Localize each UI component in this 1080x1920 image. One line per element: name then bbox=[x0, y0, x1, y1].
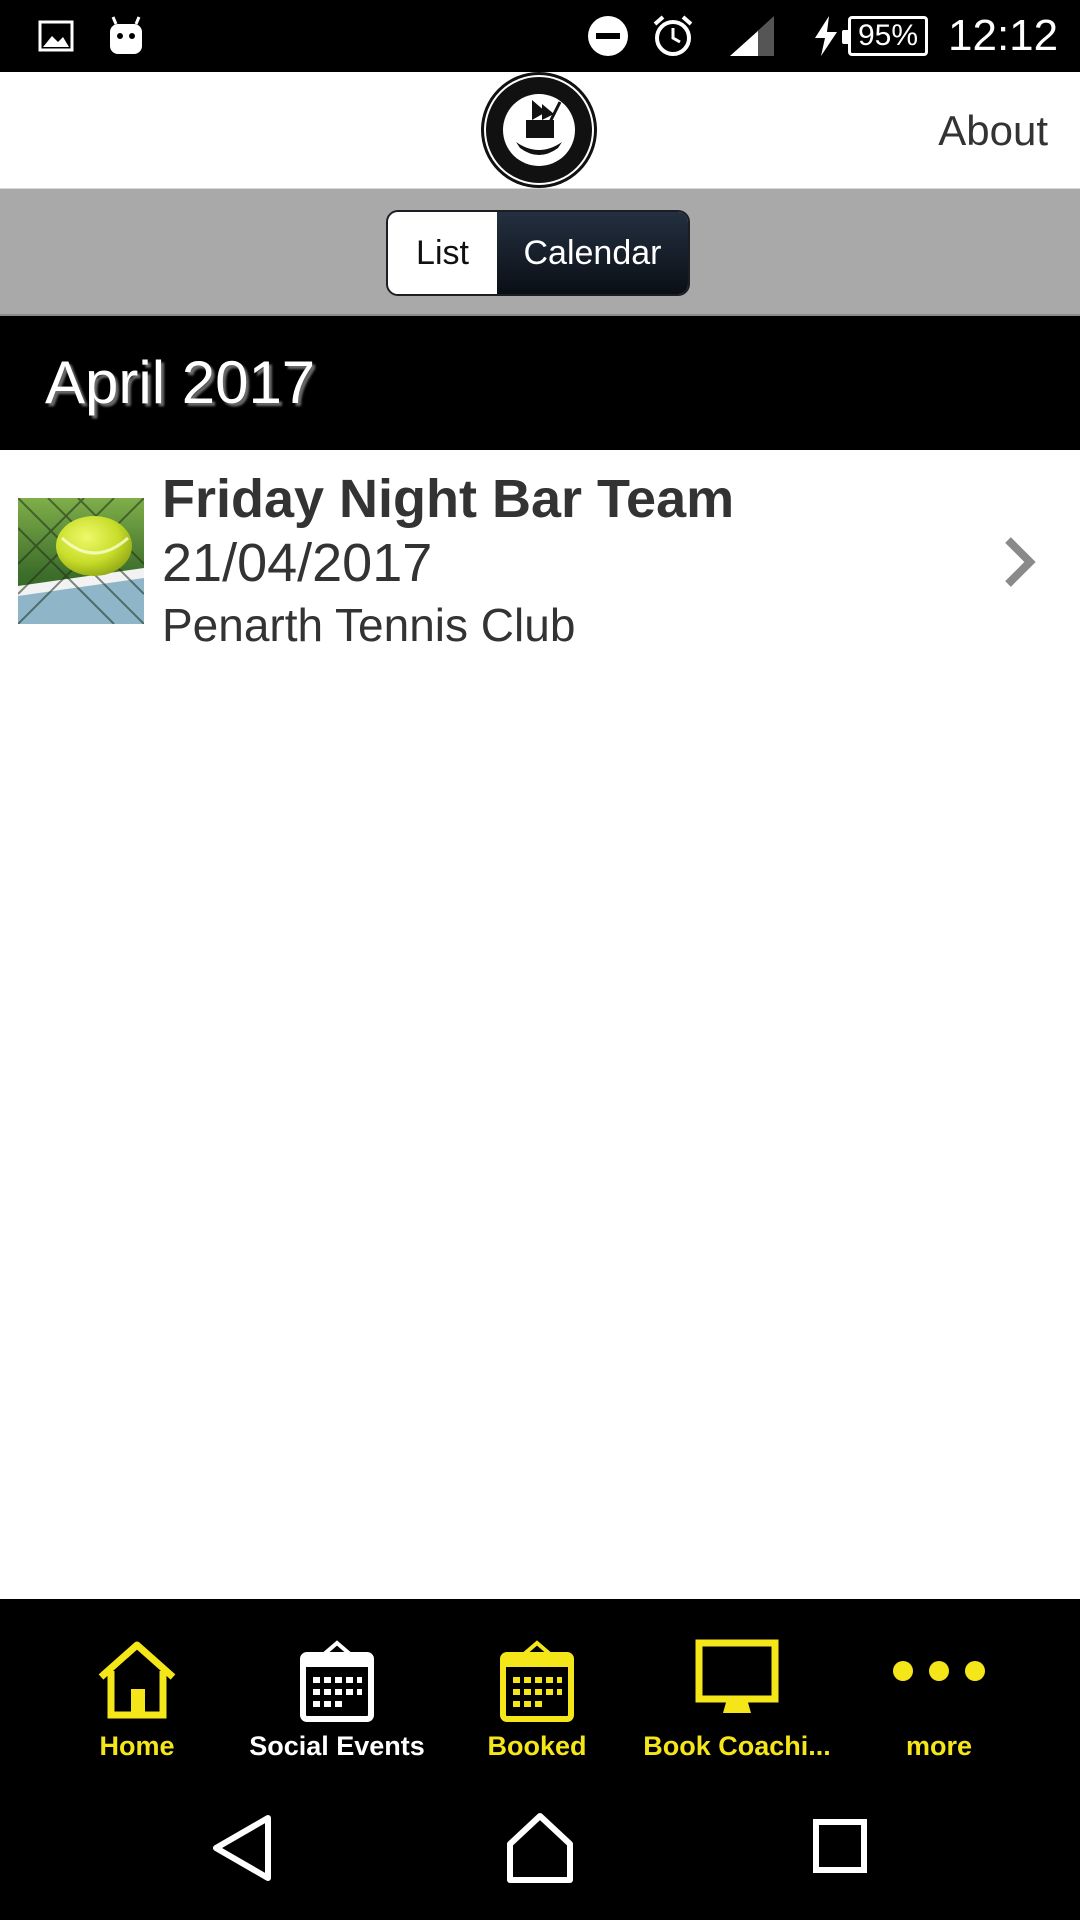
home-icon bbox=[95, 1639, 179, 1724]
view-segmented-control: List Calendar bbox=[386, 210, 690, 296]
status-clock: 12:12 bbox=[948, 11, 1059, 60]
app-header: About bbox=[0, 72, 1080, 189]
more-icon bbox=[891, 1659, 987, 1688]
charging-icon bbox=[812, 0, 840, 72]
tab-home-label: Home bbox=[99, 1731, 175, 1761]
view-toggle-bar: List Calendar bbox=[0, 189, 1080, 316]
month-header: April 2017 bbox=[0, 316, 1080, 450]
tab-social-events-label: Social Events bbox=[249, 1731, 425, 1761]
home-nav-icon[interactable] bbox=[500, 1808, 580, 1888]
battery-indicator: 95% bbox=[842, 16, 928, 56]
recents-icon[interactable] bbox=[800, 1808, 880, 1888]
alarm-icon bbox=[651, 0, 695, 72]
event-date: 21/04/2017 bbox=[162, 533, 433, 593]
bottom-tab-bar: Home Social Events Booked Book Coachi...… bbox=[0, 1599, 1080, 1780]
system-nav-bar bbox=[0, 1780, 1080, 1920]
status-bar: 95% 12:12 bbox=[0, 0, 1080, 72]
calendar-icon bbox=[299, 1639, 375, 1728]
event-list-item[interactable]: Friday Night Bar Team 21/04/2017 Penarth… bbox=[0, 450, 1080, 670]
chevron-right-icon bbox=[1000, 534, 1040, 590]
tab-more-label: more bbox=[905, 1731, 973, 1761]
event-thumbnail bbox=[18, 498, 144, 624]
month-title: April 2017 bbox=[45, 349, 316, 416]
about-link[interactable]: About bbox=[938, 72, 1048, 189]
tab-book-coaching[interactable]: Book Coachi... bbox=[637, 1599, 837, 1780]
calendar-icon bbox=[499, 1639, 575, 1728]
do-not-disturb-icon bbox=[586, 0, 630, 72]
event-title: Friday Night Bar Team bbox=[162, 469, 735, 529]
monitor-icon bbox=[695, 1639, 779, 1728]
tab-booked[interactable]: Booked bbox=[437, 1599, 637, 1780]
club-logo bbox=[476, 72, 602, 189]
back-icon[interactable] bbox=[202, 1808, 282, 1888]
tab-more[interactable]: more bbox=[839, 1599, 1039, 1780]
battery-level: 95% bbox=[857, 19, 919, 52]
signal-icon bbox=[728, 0, 776, 72]
event-venue: Penarth Tennis Club bbox=[162, 599, 576, 651]
tab-book-coaching-label: Book Coachi... bbox=[643, 1731, 831, 1761]
tab-booked-label: Booked bbox=[487, 1731, 587, 1761]
tab-social-events[interactable]: Social Events bbox=[237, 1599, 437, 1780]
calendar-view-tab[interactable]: Calendar bbox=[497, 212, 688, 294]
android-notification-icon bbox=[106, 0, 146, 72]
list-view-tab[interactable]: List bbox=[388, 212, 497, 294]
image-notification-icon bbox=[36, 0, 76, 72]
tab-home[interactable]: Home bbox=[37, 1599, 237, 1780]
